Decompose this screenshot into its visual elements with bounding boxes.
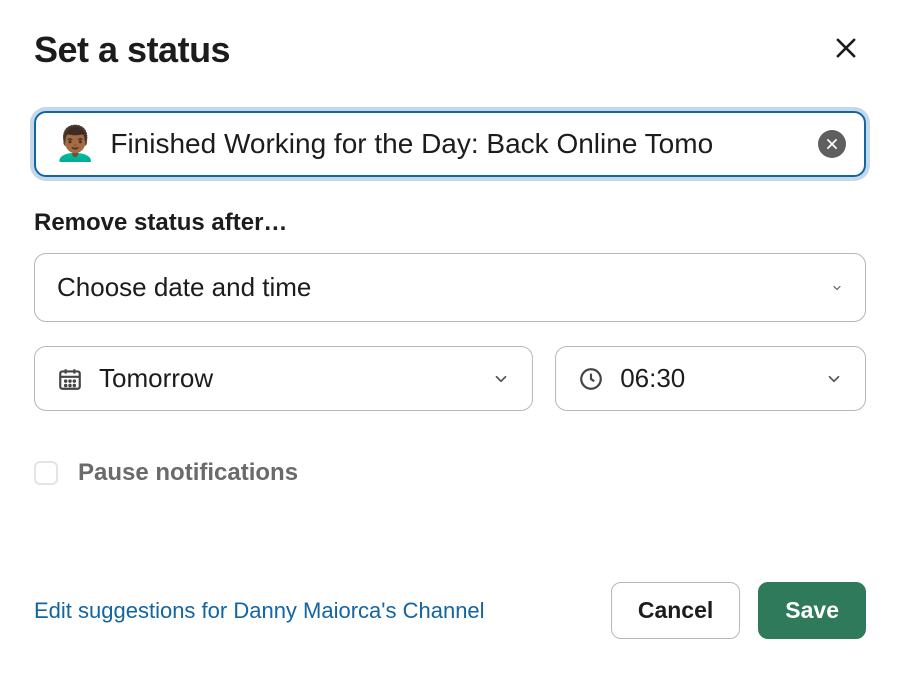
dialog-footer: Edit suggestions for Danny Maiorca's Cha… — [34, 582, 866, 639]
chevron-down-icon — [492, 370, 510, 388]
time-select[interactable]: 06:30 — [555, 346, 866, 411]
set-status-dialog: Set a status 👨🏾‍🦱 Remove status after… C… — [0, 0, 900, 673]
status-input-container: 👨🏾‍🦱 — [34, 111, 866, 177]
cancel-button[interactable]: Cancel — [611, 582, 740, 639]
dialog-title: Set a status — [34, 29, 230, 71]
pause-notifications-row: Pause notifications — [34, 459, 866, 487]
close-button[interactable] — [826, 28, 866, 71]
clock-icon — [578, 366, 604, 392]
date-select[interactable]: Tomorrow — [34, 346, 533, 411]
clear-icon — [825, 137, 839, 151]
dialog-header: Set a status — [34, 28, 866, 71]
chevron-down-icon — [831, 282, 843, 294]
save-button[interactable]: Save — [758, 582, 866, 639]
duration-value: Choose date and time — [57, 272, 817, 303]
status-text-input[interactable] — [110, 128, 804, 160]
date-time-row: Tomorrow 06:30 — [34, 346, 866, 411]
duration-select[interactable]: Choose date and time — [34, 253, 866, 322]
date-value: Tomorrow — [99, 363, 476, 394]
remove-after-label: Remove status after… — [34, 209, 866, 237]
pause-notifications-checkbox[interactable] — [34, 461, 58, 485]
chevron-down-icon — [825, 370, 843, 388]
edit-suggestions-link[interactable]: Edit suggestions for Danny Maiorca's Cha… — [34, 598, 485, 624]
time-value: 06:30 — [620, 363, 809, 394]
calendar-icon — [57, 366, 83, 392]
status-emoji-picker[interactable]: 👨🏾‍🦱 — [54, 127, 96, 161]
pause-notifications-label: Pause notifications — [78, 459, 298, 487]
close-icon — [832, 34, 860, 62]
clear-status-button[interactable] — [818, 130, 846, 158]
